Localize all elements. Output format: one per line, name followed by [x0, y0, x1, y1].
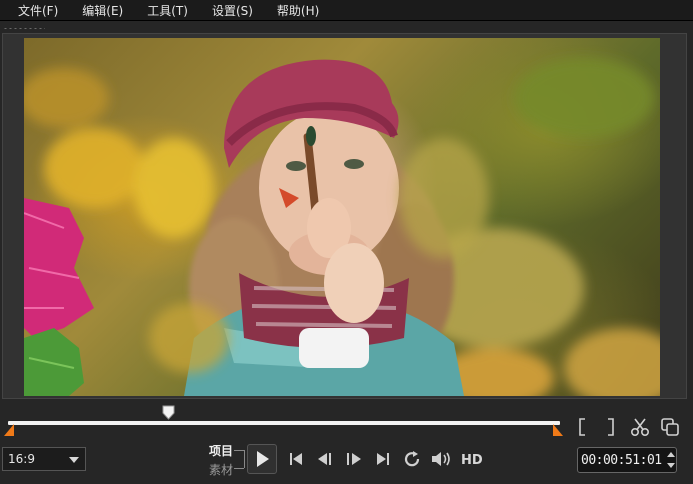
timecode-field[interactable]: 00:00:51:01: [577, 447, 677, 473]
timecode-spinner[interactable]: [666, 449, 676, 471]
volume-icon[interactable]: [430, 450, 454, 468]
overlap-squares-icon[interactable]: [660, 417, 680, 437]
video-frame-image: [24, 58, 660, 396]
repeat-icon[interactable]: [403, 450, 423, 468]
mode-project-toggle[interactable]: 项目: [209, 442, 233, 459]
menu-edit[interactable]: 编辑(E): [82, 2, 123, 19]
mode-connector-top: [234, 450, 244, 451]
play-icon: [257, 451, 269, 467]
step-back-icon[interactable]: [316, 450, 336, 468]
bracket-right-icon[interactable]: [604, 418, 616, 436]
scissors-icon[interactable]: [630, 417, 650, 437]
hd-toggle[interactable]: HD: [461, 453, 483, 468]
timecode-value: 00:00:51:01: [581, 452, 662, 468]
menu-settings[interactable]: 设置(S): [212, 2, 253, 19]
bracket-left-icon[interactable]: [577, 418, 589, 436]
play-button[interactable]: [247, 444, 277, 474]
panel-grip[interactable]: [3, 27, 45, 30]
mode-connector-vertical: [244, 450, 245, 468]
video-preview[interactable]: [24, 38, 660, 396]
mode-clip-toggle[interactable]: 素材: [209, 461, 233, 478]
chevron-down-icon: [69, 457, 79, 463]
timeline-scrubber[interactable]: [8, 421, 560, 425]
playhead-handle[interactable]: [162, 405, 175, 420]
menu-tools[interactable]: 工具(T): [147, 2, 188, 19]
mark-in-marker[interactable]: [4, 424, 14, 436]
step-forward-icon[interactable]: [344, 450, 364, 468]
aspect-ratio-value: 16:9: [8, 452, 35, 466]
mark-out-marker[interactable]: [553, 424, 563, 436]
menu-file[interactable]: 文件(F): [18, 2, 58, 19]
aspect-ratio-select[interactable]: 16:9: [2, 447, 86, 471]
skip-start-icon[interactable]: [287, 450, 305, 468]
skip-end-icon[interactable]: [374, 450, 392, 468]
menu-bar: 文件(F) 编辑(E) 工具(T) 设置(S) 帮助(H): [0, 0, 693, 21]
mode-connector-bottom: [234, 468, 244, 469]
menu-help[interactable]: 帮助(H): [277, 2, 319, 19]
